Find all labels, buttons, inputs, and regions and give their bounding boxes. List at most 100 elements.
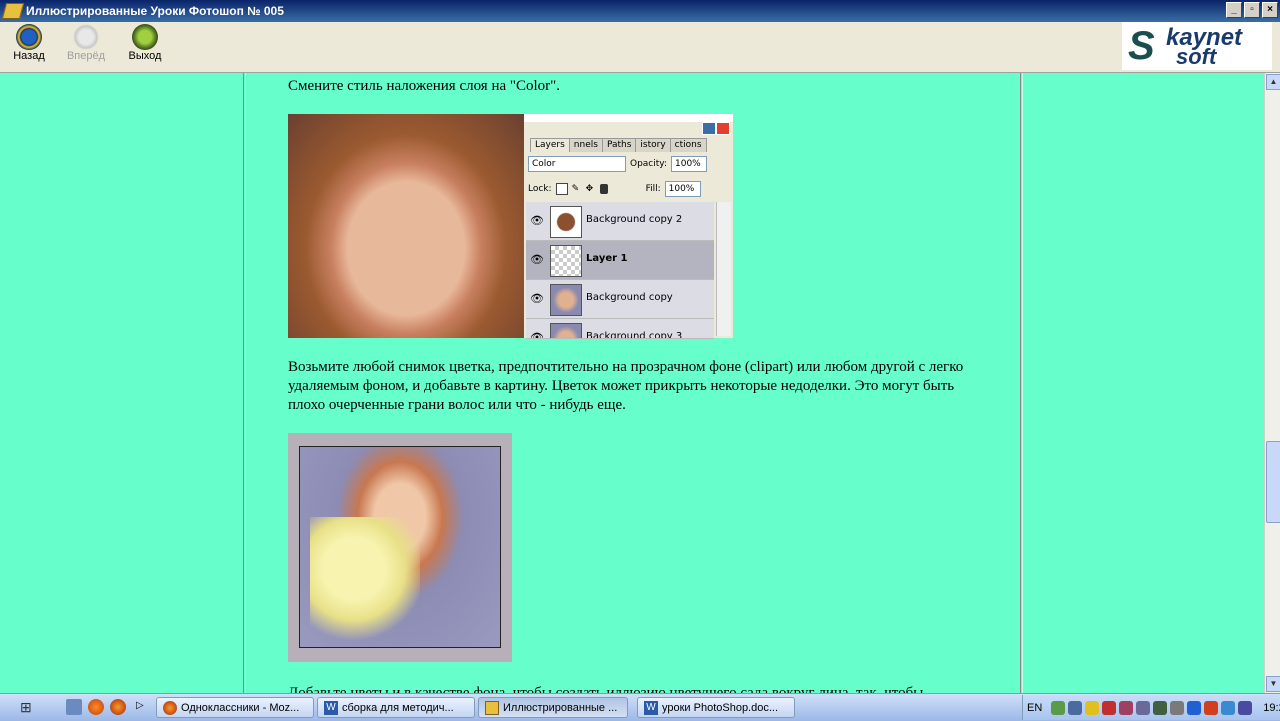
lock-label: Lock:	[528, 184, 552, 194]
back-button[interactable]: Назад	[5, 24, 53, 62]
minimize-button[interactable]: _	[1226, 2, 1242, 18]
paragraph-3: Добавьте цветы и в качестве фона, чтобы …	[288, 685, 924, 693]
tab-paths[interactable]: Paths	[601, 138, 637, 152]
exit-icon	[132, 24, 158, 50]
portrait-with-flowers	[299, 446, 501, 648]
firefox-icon[interactable]	[110, 699, 126, 715]
panel-tabs: Layers nnels Paths istory ctions	[530, 138, 707, 152]
panel-minimize-icon	[702, 122, 716, 135]
opera-icon[interactable]	[88, 699, 104, 715]
layers-panel: Layers nnels Paths istory ctions Color O…	[524, 114, 733, 339]
lock-transparency-icon[interactable]	[555, 183, 568, 195]
tray-audio-icon[interactable]	[1153, 700, 1168, 715]
window-controls: _ ▫ ×	[1226, 2, 1278, 18]
tray-app-icon[interactable]	[1170, 700, 1185, 715]
clock[interactable]: 19:29	[1263, 702, 1280, 714]
opacity-input[interactable]: 100%	[671, 156, 707, 172]
taskbar-item-label: сборка для методич...	[342, 701, 454, 714]
vertical-scrollbar[interactable]: ▲ ▼	[1264, 73, 1280, 693]
back-label: Назад	[13, 50, 45, 62]
lock-all-icon[interactable]	[599, 184, 608, 194]
flower-portrait-image	[288, 433, 512, 662]
layer-name: Background copy 3	[586, 331, 683, 339]
scroll-down-arrow[interactable]: ▼	[1266, 676, 1280, 692]
tab-history[interactable]: istory	[635, 138, 671, 152]
tray-shield-icon[interactable]	[1085, 700, 1100, 715]
firefox-icon	[163, 700, 177, 715]
taskbar-item-label: Иллюстрированные ...	[503, 701, 618, 714]
close-button[interactable]: ×	[1262, 2, 1278, 18]
panel-scrollbar[interactable]	[716, 202, 731, 336]
word-icon: W	[644, 700, 658, 715]
tab-channels[interactable]: nnels	[568, 138, 603, 152]
column-divider-right	[1020, 73, 1021, 693]
windows-start-icon[interactable]: ⊞	[20, 699, 42, 717]
eye-icon[interactable]: 👁	[530, 253, 544, 266]
app-icon	[1, 3, 25, 19]
tab-actions[interactable]: ctions	[669, 138, 707, 152]
taskbar-item-label: уроки PhotoShop.doc...	[662, 701, 779, 714]
lock-move-icon[interactable]: ✥	[586, 184, 596, 194]
lock-brush-icon[interactable]: ✎	[572, 184, 582, 194]
layer-thumbnail	[550, 323, 582, 338]
layer-row[interactable]: 👁 Layer 1	[526, 241, 714, 280]
tray-network-icon[interactable]	[1051, 700, 1066, 715]
maximize-button[interactable]: ▫	[1244, 2, 1260, 18]
paragraph-2: Возьмите любой снимок цветка, предпочтит…	[288, 359, 964, 413]
panel-top-strip	[524, 114, 733, 122]
layer-name: Background copy 2	[586, 214, 683, 225]
quicklaunch-expand-icon[interactable]: ▷	[136, 700, 144, 711]
photoshop-screenshot: Layers nnels Paths istory ctions Color O…	[288, 114, 733, 339]
layer-row[interactable]: 👁 Background copy 3	[526, 319, 714, 339]
column-divider-left	[243, 73, 244, 693]
tray-security-icon[interactable]	[1119, 700, 1134, 715]
taskbar-item[interactable]: Иллюстрированные ...	[478, 697, 628, 718]
app-icon	[485, 700, 499, 715]
opacity-label: Opacity:	[630, 159, 667, 169]
taskbar-item[interactable]: W сборка для методич...	[317, 697, 475, 718]
tray-monitor-icon[interactable]	[1068, 700, 1083, 715]
show-desktop-icon[interactable]	[66, 699, 82, 715]
tab-layers[interactable]: Layers	[530, 138, 570, 152]
blend-row: Color Opacity: 100%	[528, 156, 707, 172]
forward-label: Вперёд	[66, 50, 106, 62]
fill-input[interactable]: 100%	[664, 181, 701, 197]
logo: S kaynet soft	[1122, 22, 1272, 70]
tray-connection-icon[interactable]	[1221, 700, 1236, 715]
eye-icon[interactable]: 👁	[530, 292, 544, 305]
lock-row: Lock: ✎ ✥ Fill: 100%	[528, 181, 701, 197]
taskbar-item[interactable]: Одноклассники - Moz...	[156, 697, 314, 718]
toolbar: Назад Вперёд Выход S kaynet soft	[0, 22, 1280, 73]
layer-row[interactable]: 👁 Background copy 2	[526, 202, 714, 241]
scroll-thumb[interactable]	[1266, 441, 1280, 523]
flowers-image	[310, 517, 420, 647]
layer-name: Layer 1	[586, 253, 628, 264]
column-divider-right-highlight	[1022, 73, 1023, 693]
blend-mode-select[interactable]: Color	[528, 156, 626, 172]
language-indicator[interactable]: EN	[1027, 702, 1042, 714]
forward-icon	[73, 24, 99, 50]
bluetooth-icon[interactable]	[1187, 700, 1202, 715]
panel-close-icon	[716, 122, 730, 135]
window-title: Иллюстрированные Уроки Фотошоп № 005	[26, 4, 284, 18]
scroll-up-arrow[interactable]: ▲	[1266, 74, 1280, 90]
eye-icon[interactable]: 👁	[530, 214, 544, 227]
taskbar: ⊞ ▷ Одноклассники - Moz... W сборка для …	[0, 693, 1280, 721]
layer-thumbnail	[550, 245, 582, 277]
taskbar-item[interactable]: W уроки PhotoShop.doc...	[637, 697, 795, 718]
exit-button[interactable]: Выход	[121, 24, 169, 62]
eye-icon[interactable]: 👁	[530, 331, 544, 338]
tray-update-icon[interactable]	[1136, 700, 1151, 715]
tray-record-icon[interactable]	[1102, 700, 1117, 715]
speaker-icon[interactable]	[1238, 700, 1253, 715]
title-bar[interactable]: Иллюстрированные Уроки Фотошоп № 005 _ ▫…	[0, 0, 1280, 22]
layer-thumbnail	[550, 284, 582, 316]
word-icon: W	[324, 700, 338, 715]
layer-thumbnail	[550, 206, 582, 238]
exit-label: Выход	[128, 50, 162, 62]
forward-button[interactable]: Вперёд	[62, 24, 110, 62]
column-divider-left-highlight	[245, 73, 246, 693]
tray-power-icon[interactable]	[1204, 700, 1219, 715]
fill-label: Fill:	[645, 184, 661, 194]
layer-row[interactable]: 👁 Background copy	[526, 280, 714, 319]
